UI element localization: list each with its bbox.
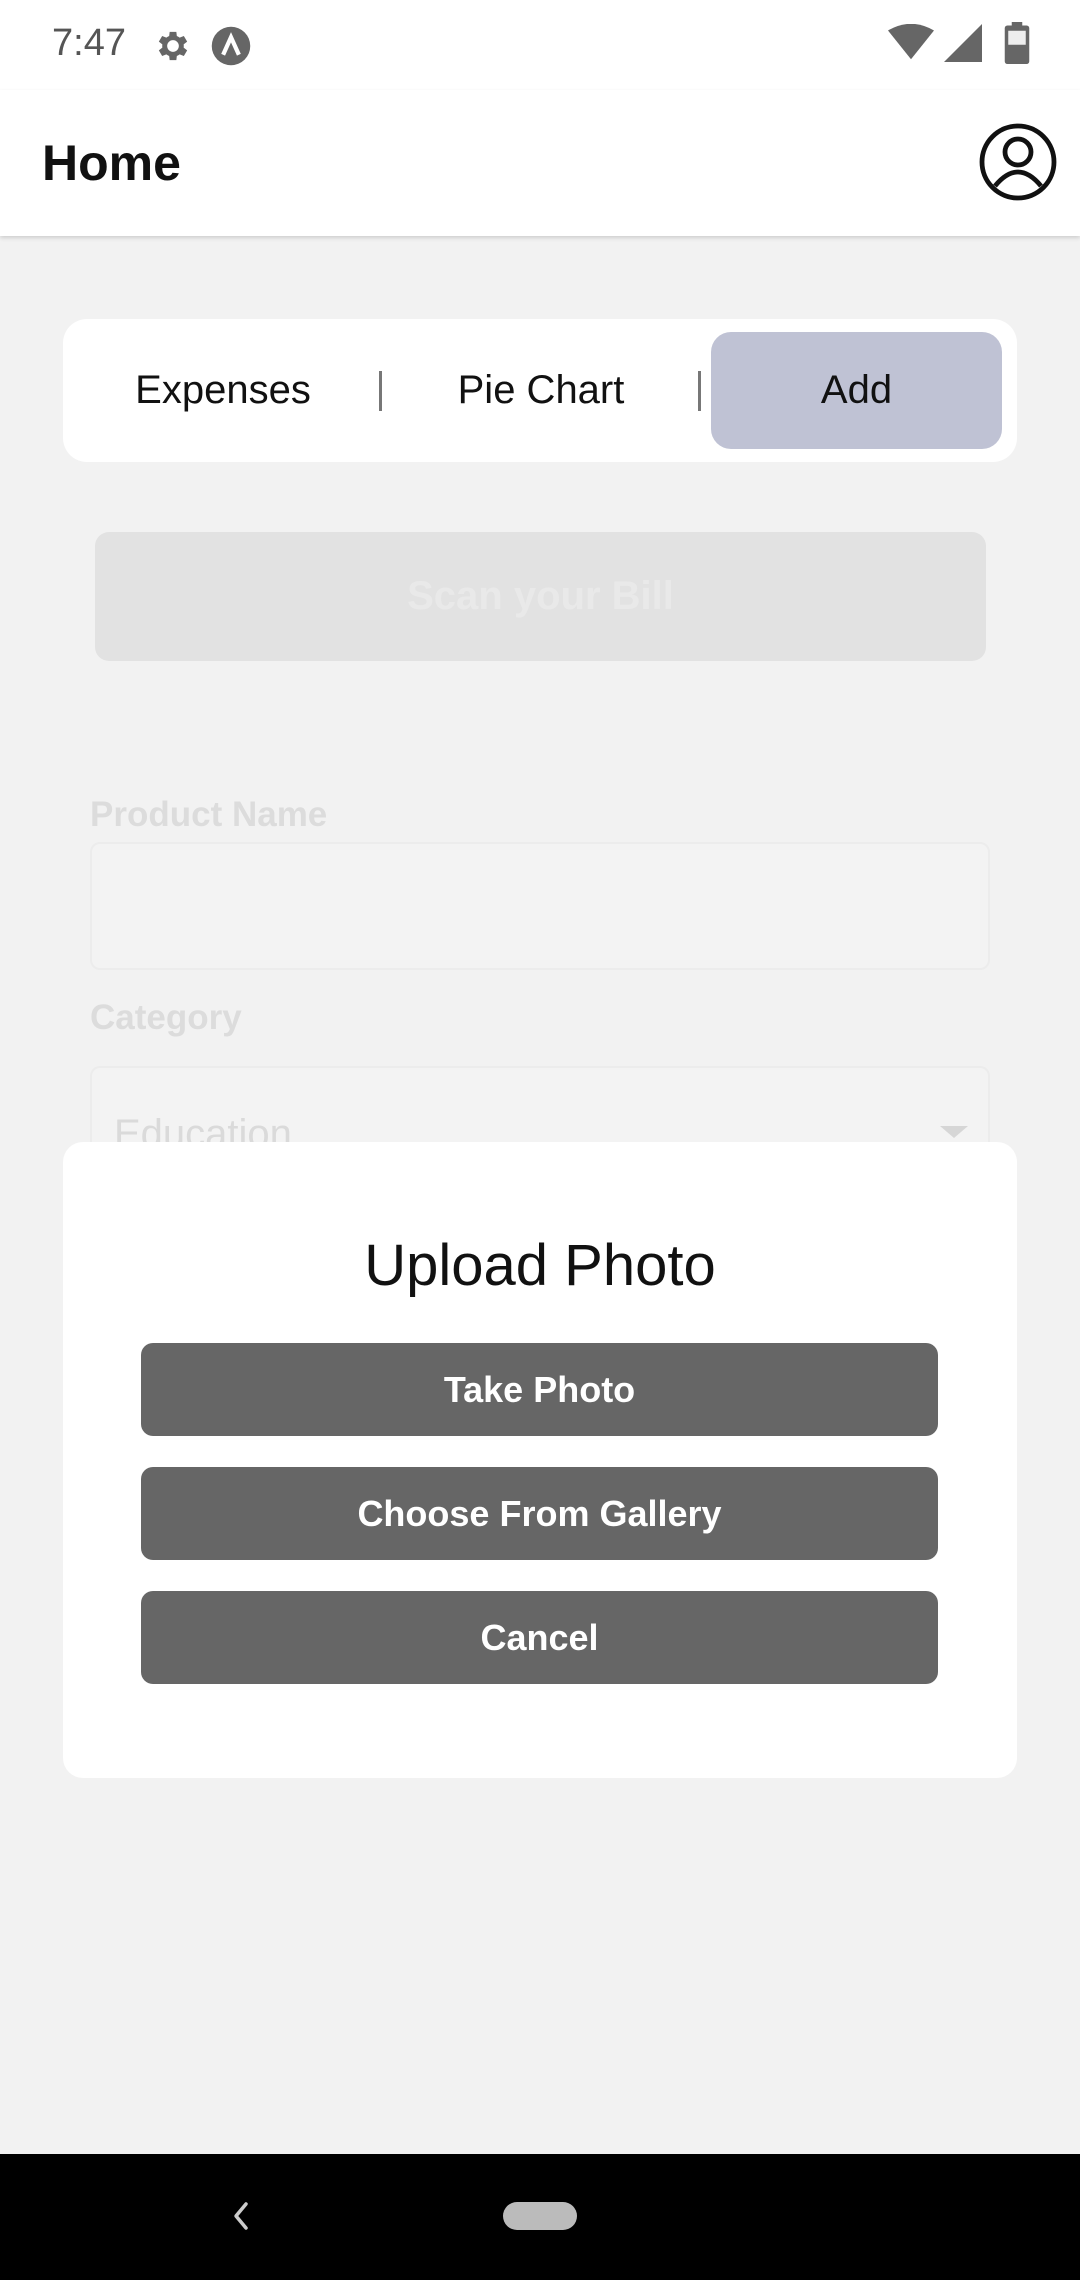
app-notification-icon: [211, 26, 251, 66]
category-select[interactable]: Education: [90, 1066, 990, 1146]
signal-icon: [944, 24, 982, 62]
tab-divider: [379, 371, 382, 411]
tab-bar: Expenses Pie Chart Add: [63, 319, 1017, 462]
app-bar: Home: [0, 90, 1080, 236]
account-circle-icon[interactable]: [978, 122, 1058, 202]
tab-expenses[interactable]: Expenses: [83, 332, 363, 449]
chevron-down-icon: [940, 1126, 968, 1138]
scan-bill-button[interactable]: Scan your Bill: [95, 532, 986, 661]
tab-divider: [698, 371, 701, 411]
wifi-icon: [888, 24, 934, 60]
dialog-title: Upload Photo: [364, 1233, 716, 1298]
tab-pie-chart[interactable]: Pie Chart: [401, 332, 681, 449]
upload-photo-dialog: Upload Photo Take Photo Choose From Gall…: [63, 1142, 1017, 1778]
status-bar: 7:47: [0, 0, 1080, 90]
product-name-label: Product Name: [90, 795, 328, 834]
page-title: Home: [42, 135, 181, 191]
battery-icon: [1004, 22, 1030, 64]
take-photo-button[interactable]: Take Photo: [141, 1343, 938, 1436]
category-value: Education: [114, 1112, 292, 1146]
home-pill-icon[interactable]: [503, 2202, 577, 2230]
choose-from-gallery-button[interactable]: Choose From Gallery: [141, 1467, 938, 1560]
product-name-input[interactable]: [90, 842, 990, 970]
tab-add[interactable]: Add: [711, 332, 1002, 449]
system-nav-bar: [0, 2154, 1080, 2280]
back-icon[interactable]: [226, 2196, 256, 2236]
cancel-button[interactable]: Cancel: [141, 1591, 938, 1684]
gear-icon: [158, 31, 188, 61]
status-time: 7:47: [52, 22, 126, 64]
category-label: Category: [90, 998, 242, 1037]
